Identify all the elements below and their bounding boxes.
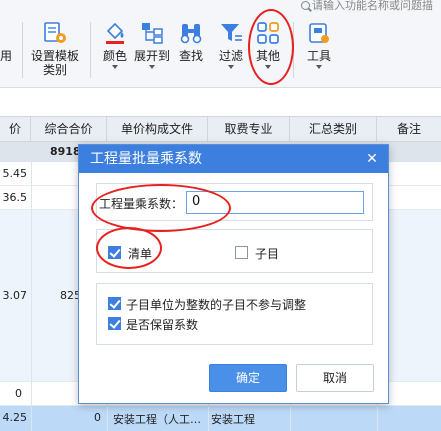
apply-icon xyxy=(0,20,20,46)
toolbar-separator xyxy=(293,22,294,78)
toolbar-apply-label: 用 xyxy=(0,49,12,63)
expand-tree-icon xyxy=(142,23,163,44)
search-icon xyxy=(301,1,310,10)
column-header-summary-type[interactable]: 汇总类别 xyxy=(290,117,377,142)
integer-unit-label: 子目单位为整数的子目不参与调整 xyxy=(126,298,307,312)
sub-item-label: 子目 xyxy=(255,247,280,261)
toolbar-apply-button[interactable]: 用 xyxy=(0,20,18,63)
chevron-down-icon xyxy=(112,65,118,69)
toolbox-icon xyxy=(309,23,329,43)
close-icon[interactable]: ✕ xyxy=(364,151,380,167)
cell-price: 36.5 xyxy=(2,191,28,204)
binoculars-icon xyxy=(180,24,202,44)
dialog-title: 工程量批量乘系数 xyxy=(79,145,388,173)
integer-unit-checkbox[interactable] xyxy=(108,297,121,310)
toolbar-filter-button[interactable]: 过滤 xyxy=(214,20,248,69)
chevron-down-icon xyxy=(149,65,155,69)
grid-apps-icon xyxy=(257,22,279,44)
cancel-button[interactable]: 取消 xyxy=(296,364,374,392)
toolbar-separator xyxy=(90,22,91,78)
scope-group: 清单 子目 xyxy=(96,229,373,273)
grid-divider xyxy=(31,142,32,431)
toolbar-filter-label: 过滤 xyxy=(218,49,243,63)
toolbar: 请输入功能名称或问题描 用 设置模板 类别 颜色 展开到 查找 过滤 其他 工具 xyxy=(0,0,441,88)
ok-button[interactable]: 确定 xyxy=(209,364,287,392)
search-placeholder: 请输入功能名称或问题描 xyxy=(312,0,433,12)
toolbar-tools-label: 工具 xyxy=(306,49,331,63)
toolbar-separator xyxy=(22,22,23,78)
toolbar-find-label: 查找 xyxy=(178,49,203,63)
column-header-remark[interactable]: 备注 xyxy=(377,117,441,142)
toolbar-other-label: 其他 xyxy=(255,49,280,63)
toolbar-spacer xyxy=(0,88,441,116)
toolbar-tools-button[interactable]: 工具 xyxy=(302,20,336,69)
cell-price: 4.25 xyxy=(2,411,28,424)
cell-total: 8918 xyxy=(50,145,81,158)
paint-bucket-icon xyxy=(106,22,124,44)
grid-header: 价 综合合价 单价构成文件 取费专业 汇总类别 备注 xyxy=(0,116,441,142)
batch-coefficient-dialog: 工程量批量乘系数 ✕ 工程量乘系数： 0 清单 子目 子目单位为整数的子目不参与… xyxy=(78,144,389,404)
table-row-selected[interactable]: 4.25 0 安装工程（人工… 安装工程 xyxy=(0,406,441,431)
bill-label: 清单 xyxy=(128,247,153,261)
cell-fee-major: 安装工程 xyxy=(211,413,255,426)
column-header-fee-major[interactable]: 取费专业 xyxy=(208,117,290,142)
column-header-price-file[interactable]: 单价构成文件 xyxy=(107,117,208,142)
toolbar-template-label: 设置模板 类别 xyxy=(30,49,79,77)
toolbar-template-category-button[interactable]: 设置模板 类别 xyxy=(26,20,84,77)
bill-checkbox[interactable] xyxy=(108,246,121,259)
coefficient-group: 工程量乘系数： 0 xyxy=(96,183,373,221)
column-header-total[interactable]: 综合合价 xyxy=(31,117,107,142)
toolbar-color-label: 颜色 xyxy=(102,49,127,63)
toolbar-other-button[interactable]: 其他 xyxy=(251,20,285,69)
cell-price: 3.07 xyxy=(2,289,28,302)
cell-price-file: 安装工程（人工… xyxy=(113,413,201,426)
filter-icon xyxy=(221,24,242,41)
toolbar-expand-label: 展开到 xyxy=(133,49,170,63)
toolbar-expand-button[interactable]: 展开到 xyxy=(132,20,172,69)
column-header-price[interactable]: 价 xyxy=(0,117,31,142)
cell-total: 0 xyxy=(94,411,101,424)
options-group: 子目单位为整数的子目不参与调整 是否保留系数 xyxy=(96,283,373,345)
toolbar-find-button[interactable]: 查找 xyxy=(176,20,206,63)
chevron-down-icon xyxy=(316,65,322,69)
search-box[interactable]: 请输入功能名称或问题描 xyxy=(300,0,441,14)
toolbar-color-button[interactable]: 颜色 xyxy=(98,20,132,69)
cell-price: 0 xyxy=(15,387,22,400)
keep-coefficient-checkbox[interactable] xyxy=(108,317,121,330)
cell-price: 5.45 xyxy=(2,167,28,180)
sub-item-checkbox[interactable] xyxy=(235,246,248,259)
chevron-down-icon xyxy=(228,65,234,69)
coefficient-input[interactable]: 0 xyxy=(186,191,364,214)
coefficient-label: 工程量乘系数： xyxy=(99,197,184,211)
keep-coefficient-label: 是否保留系数 xyxy=(126,318,199,332)
template-settings-icon xyxy=(44,22,66,43)
chevron-down-icon xyxy=(265,65,271,69)
